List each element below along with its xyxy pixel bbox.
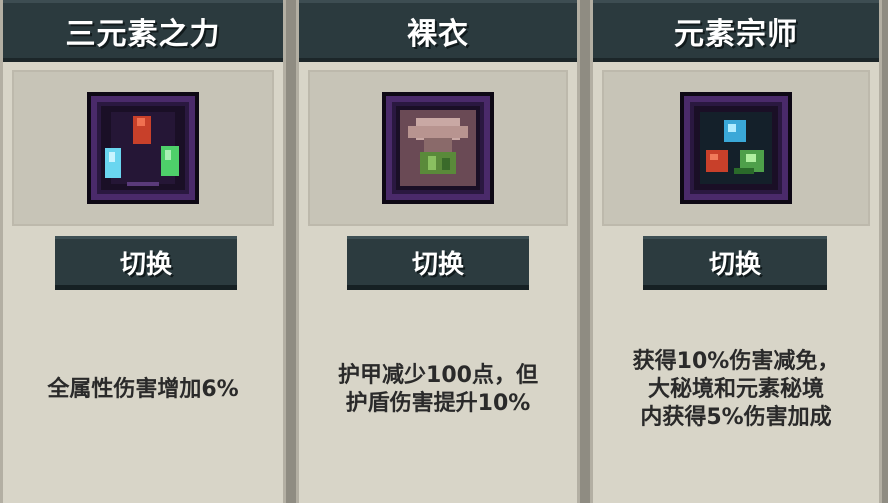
card-description: 全属性伤害增加6%: [9, 330, 277, 450]
bare-clothes-icon: [382, 92, 494, 204]
description-line: 护甲减少100点，但: [338, 363, 538, 388]
description-line: 获得10%伤害减免，: [632, 349, 840, 374]
description-line: 全属性伤害增加6%: [47, 377, 239, 402]
description-line: 大秘境和元素秘境: [647, 377, 824, 402]
talent-card-element-master: 元素宗师 切换 获得10%伤害减免， 大秘境和元素秘境 内获得5%伤害加成: [590, 0, 882, 503]
talent-card-three-elements: 三元素之力 切换 全属性伤害增加6%: [0, 0, 286, 503]
card-description: 获得10%伤害减免， 大秘境和元素秘境 内获得5%伤害加成: [599, 330, 873, 450]
icon-panel: [602, 70, 870, 226]
card-description: 护甲减少100点，但 护盾伤害提升10%: [305, 330, 571, 450]
talent-card-bare-clothes: 裸衣 切换 护甲减少100点，但 护盾伤害提升10%: [296, 0, 580, 503]
card-title: 裸衣: [299, 0, 577, 62]
element-master-icon: [680, 92, 792, 204]
card-title: 三元素之力: [3, 0, 283, 62]
switch-button[interactable]: 切换: [347, 236, 529, 290]
three-elements-icon: [87, 92, 199, 204]
switch-button[interactable]: 切换: [643, 236, 827, 290]
card-title: 元素宗师: [593, 0, 879, 62]
switch-button[interactable]: 切换: [55, 236, 237, 290]
description-line: 内获得5%伤害加成: [640, 405, 832, 430]
description-line: 护盾伤害提升10%: [345, 391, 531, 416]
icon-panel: [12, 70, 274, 226]
icon-panel: [308, 70, 568, 226]
